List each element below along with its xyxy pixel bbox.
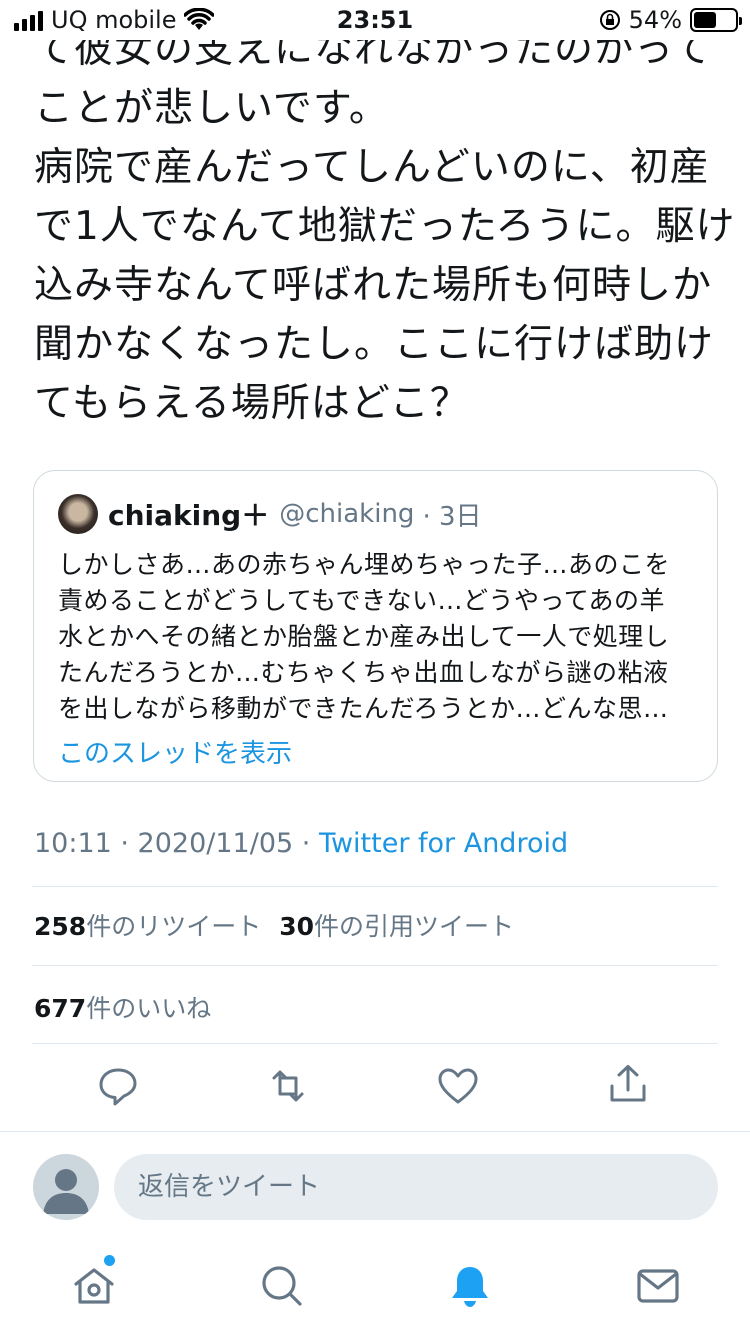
divider [32,1043,718,1044]
retweet-stats: 258件のリツイート 30件の引用ツイート [34,907,514,943]
quoted-tweet-line: たんだろうとか…むちゃくちゃ出血しながら謎の粘液 [58,658,669,687]
orientation-lock-icon [599,10,620,30]
quotes-count: 30 [279,912,314,941]
notifications-icon[interactable] [446,1262,494,1310]
tweet-line: で1人でなんて地獄だったろうに。駆け [34,204,736,249]
tweet-line: 病院で産んだってしんどいのに、初産 [34,145,710,190]
quoted-tweet-header: chiaking＋ @chiaking · 3日 [58,491,693,537]
retweets-label: 件のリツイート [86,912,262,941]
tweet-timestamp: 10:11 · 2020/11/05 · [34,828,319,859]
tweet-meta: 10:11 · 2020/11/05 · Twitter for Android [34,828,568,859]
share-icon[interactable] [606,1062,650,1106]
reply-icon[interactable] [96,1064,140,1108]
tweet-line: 聞かなくなったし。ここに行けば助け [34,322,715,367]
quoted-tweet-card[interactable]: chiaking＋ @chiaking · 3日 しかしさあ…あの赤ちゃん埋めち… [33,470,718,782]
divider [32,965,718,966]
home-icon[interactable] [70,1262,118,1310]
likes-count: 677 [34,994,87,1023]
tweet-source-link[interactable]: Twitter for Android [319,828,568,859]
tweet-line: てもらえる場所はどこ？ [34,381,470,426]
battery-level [694,12,716,28]
messages-icon[interactable] [634,1262,682,1310]
search-icon[interactable] [258,1262,306,1310]
status-bar: UQ mobile 23:51 54% [0,0,750,40]
tweet-text: て彼女の支えになれなかったのかって ことが悲しいです。 病院で産んだってしんどい… [34,20,736,433]
avatar[interactable] [33,1154,99,1220]
tweet-line: 込み寺なんて呼ばれた場所も何時しか [34,263,713,308]
default-avatar-icon [43,1169,89,1214]
quoted-author-handle: @chiaking [279,499,415,529]
retweets-count: 258 [34,912,87,941]
status-right: 54% [599,6,742,34]
battery-icon [690,8,742,32]
tweet-line: ことが悲しいです。 [34,86,389,131]
battery-percent: 54% [628,6,682,34]
quoted-tweet-text: しかしさあ…あの赤ちゃん埋めちゃった子…あのこを 責めることがどうしてもできない… [58,547,693,727]
retweet-icon[interactable] [266,1064,310,1108]
quoted-tweet-line: を出しながら移動ができたんだろうとか…どんな思… [58,694,669,723]
divider [0,1131,750,1132]
like-icon[interactable] [436,1064,480,1108]
bottom-tab-bar [0,1244,750,1334]
notification-dot [104,1255,115,1266]
reply-input[interactable] [114,1154,718,1220]
quotes-link[interactable]: 30件の引用ツイート [279,912,514,941]
quoted-tweet-line: しかしさあ…あの赤ちゃん埋めちゃった子…あのこを [58,550,671,579]
quoted-author-name[interactable]: chiaking＋ [108,494,269,534]
quoted-tweet-time: · 3日 [422,501,482,532]
quotes-label: 件の引用ツイート [314,912,515,941]
tweet-action-bar [0,1060,750,1112]
quoted-tweet-line: 水とかへその緒とか胎盤とか産み出して一人で処理し [58,622,670,651]
show-thread-link[interactable]: このスレッドを表示 [58,733,693,770]
divider [32,886,718,887]
likes-label: 件のいいね [86,994,212,1023]
quoted-tweet-line: 責めることがどうしてもできない…どうやってあの羊 [58,586,666,615]
quoted-author-avatar[interactable] [58,494,98,534]
retweets-link[interactable]: 258件のリツイート [34,912,261,941]
likes-stats[interactable]: 677件のいいね [34,989,211,1025]
